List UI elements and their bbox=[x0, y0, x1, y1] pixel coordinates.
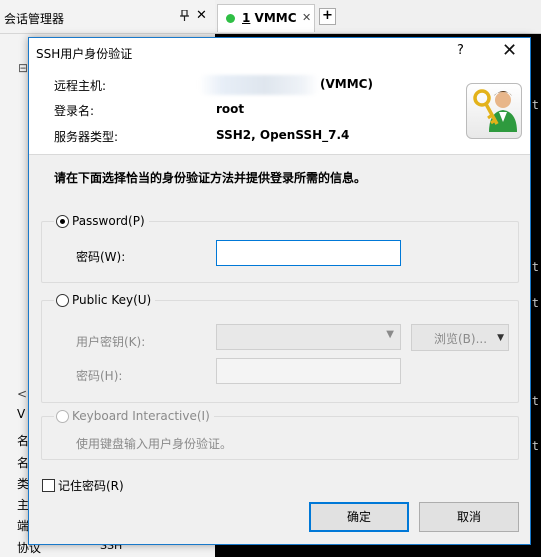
remember-password-label: 记住密码(R) bbox=[58, 479, 124, 493]
dialog-title: SSH用户身份验证 bbox=[36, 47, 133, 61]
login-name-value: root bbox=[216, 102, 245, 116]
browse-button-label: 浏览(B)... bbox=[434, 332, 488, 346]
public-key-radio[interactable] bbox=[56, 293, 69, 307]
instruction-text: 请在下面选择恰当的身份验证方法并提供登录所需的信息。 bbox=[54, 171, 367, 185]
connection-info: 远程主机: (VMMC) 登录名: root 服务器类型: SSH2, Open… bbox=[29, 67, 530, 155]
session-manager-header: 会话管理器 ✕ bbox=[0, 0, 215, 34]
tree-collapse-icon[interactable]: ⊟ bbox=[18, 61, 28, 75]
user-key-icon bbox=[466, 83, 522, 139]
remote-host-label: 远程主机: bbox=[54, 79, 107, 93]
public-key-group: Public Key(U) bbox=[41, 293, 519, 403]
scroll-left-icon[interactable]: < bbox=[17, 387, 27, 401]
close-panel-icon[interactable]: ✕ bbox=[196, 8, 207, 23]
tab-vmmc[interactable]: 1 VMMC ✕ bbox=[217, 4, 315, 32]
dropdown-arrow-icon: ▼ bbox=[497, 333, 504, 343]
remote-host-value: (VMMC) bbox=[320, 77, 373, 91]
keyboard-interactive-option[interactable]: Keyboard Interactive(I) bbox=[54, 409, 214, 423]
redacted-host-area bbox=[199, 75, 319, 95]
dialog-title-bar: SSH用户身份验证 ? ✕ bbox=[29, 38, 530, 67]
password-option[interactable]: Password(P) bbox=[54, 214, 149, 228]
passphrase-label: 密码(H): bbox=[76, 369, 123, 383]
public-key-option-label: Public Key(U) bbox=[72, 293, 152, 307]
properties-title-fragment: V bbox=[17, 407, 26, 421]
connection-status-icon bbox=[226, 14, 235, 23]
user-key-label: 用户密钥(K): bbox=[76, 335, 146, 349]
password-input[interactable] bbox=[216, 240, 401, 266]
chevron-down-icon: ▼ bbox=[386, 329, 394, 340]
terminal-text-fragment: t bbox=[531, 394, 539, 408]
terminal-text-fragment: t bbox=[531, 98, 539, 112]
server-type-label: 服务器类型: bbox=[54, 130, 119, 144]
keyboard-interactive-option-label: Keyboard Interactive(I) bbox=[72, 409, 210, 423]
help-button[interactable]: ? bbox=[457, 43, 464, 58]
tab-label: 1 VMMC bbox=[242, 11, 297, 25]
cancel-button[interactable]: 取消 bbox=[419, 502, 519, 532]
password-label: 密码(W): bbox=[76, 250, 126, 264]
password-option-label: Password(P) bbox=[72, 214, 145, 228]
passphrase-input[interactable] bbox=[216, 358, 401, 384]
remember-password-option[interactable]: 记住密码(R) bbox=[42, 477, 124, 494]
keyboard-interactive-radio[interactable] bbox=[56, 409, 69, 423]
new-tab-button[interactable]: + bbox=[319, 8, 336, 25]
public-key-option[interactable]: Public Key(U) bbox=[54, 293, 156, 307]
password-radio[interactable] bbox=[56, 214, 69, 228]
server-type-value: SSH2, OpenSSH_7.4 bbox=[216, 128, 350, 142]
terminal-text-fragment: t bbox=[531, 439, 539, 453]
terminal-text-fragment: t bbox=[531, 296, 539, 310]
pin-icon[interactable] bbox=[180, 9, 189, 24]
user-key-select[interactable]: ▼ bbox=[216, 324, 401, 350]
remember-password-checkbox[interactable] bbox=[42, 479, 55, 492]
close-tab-icon[interactable]: ✕ bbox=[302, 11, 311, 24]
keyboard-interactive-description: 使用键盘输入用户身份验证。 bbox=[76, 437, 233, 451]
browse-button[interactable]: 浏览(B)... ▼ bbox=[411, 324, 509, 351]
dialog-close-button[interactable]: ✕ bbox=[502, 40, 517, 61]
ssh-auth-dialog: SSH用户身份验证 ? ✕ 远程主机: (VMMC) 登录名: root 服务器… bbox=[28, 37, 531, 545]
session-manager-title: 会话管理器 bbox=[4, 12, 65, 26]
ok-button[interactable]: 确定 bbox=[309, 502, 409, 532]
session-tab-bar: 1 VMMC ✕ + bbox=[215, 0, 541, 34]
terminal-text-fragment: t bbox=[531, 260, 539, 274]
login-name-label: 登录名: bbox=[54, 104, 95, 118]
